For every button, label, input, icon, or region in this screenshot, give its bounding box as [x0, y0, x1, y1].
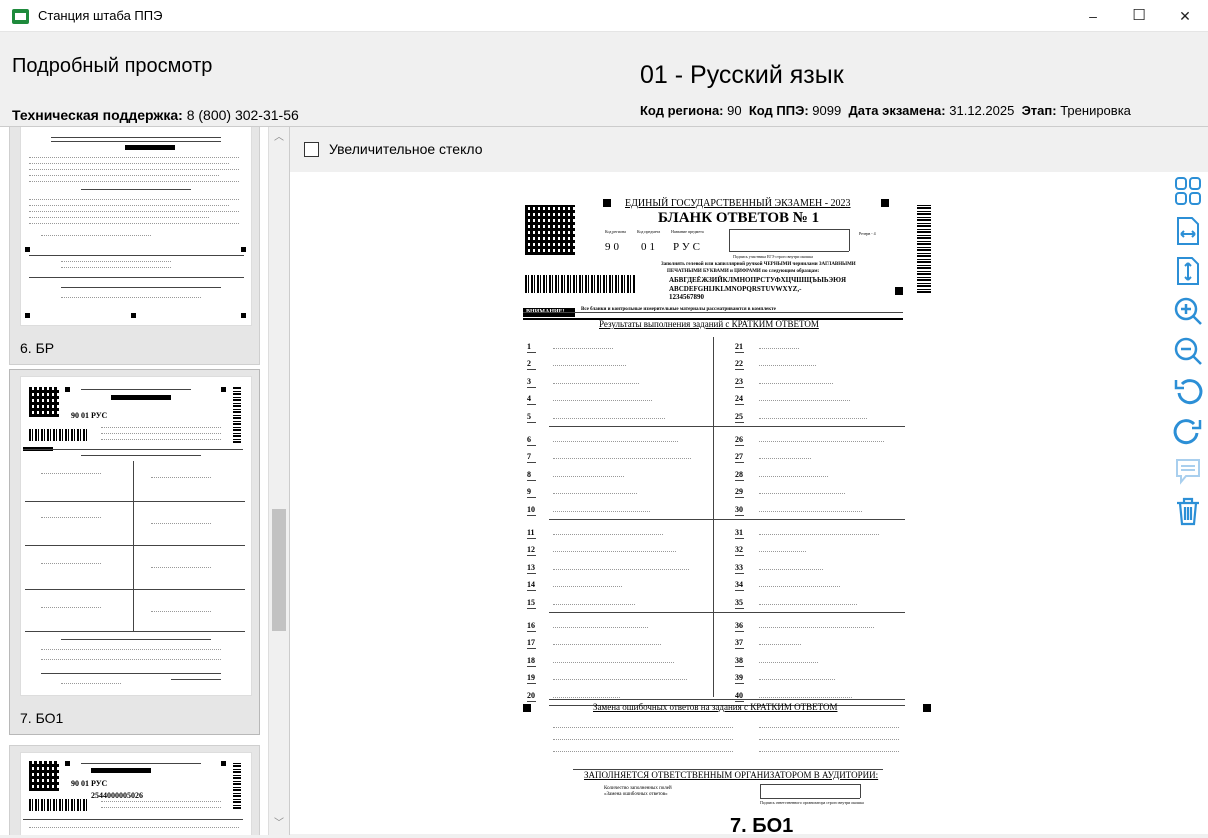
- scroll-up-icon[interactable]: ︿: [269, 129, 289, 147]
- header: Подробный просмотр Техническая поддержка…: [0, 33, 1208, 125]
- thumbnail-page: [20, 127, 252, 326]
- right-answer-number: 37: [735, 638, 743, 648]
- support-info: Техническая поддержка: 8 (800) 302-31-56: [12, 107, 299, 123]
- right-answer-number: 35: [735, 597, 743, 607]
- left-answer-number: 11: [527, 528, 535, 537]
- thumbnail-caption: 7. БО1: [20, 710, 64, 726]
- left-answer-number: 5: [527, 411, 531, 421]
- region-value: 90: [727, 103, 742, 118]
- right-answer-number: 33: [735, 562, 743, 572]
- organizer-title: ЗАПОЛНЯЕТСЯ ОТВЕТСТВЕННЫМ ОРГАНИЗАТОРОМ …: [584, 770, 879, 780]
- left-answer-number: 1: [527, 342, 531, 351]
- zoom-out-icon[interactable]: [1172, 335, 1204, 367]
- right-answer-number: 27: [735, 452, 743, 462]
- thumbnail-sidebar: 6. БР 90 01 РУС 7. БО1 90 01 РУС 2544000…: [0, 126, 290, 835]
- subject-title: 01 - Русский язык: [640, 61, 844, 89]
- left-answer-number: 7: [527, 452, 531, 462]
- app-icon: [12, 9, 29, 24]
- form-subject-code: 01: [641, 241, 658, 253]
- right-answer-number: 28: [735, 469, 743, 479]
- left-answer-number: 4: [527, 394, 531, 404]
- left-answer-number: 14: [527, 580, 535, 590]
- right-answer-number: 23: [735, 376, 743, 386]
- ppe-value: 9099: [812, 103, 842, 118]
- right-answer-number: 25: [735, 411, 743, 421]
- magnifier-label: Увеличительное стекло: [329, 141, 483, 157]
- comment-icon[interactable]: [1172, 455, 1204, 487]
- page-title: Подробный просмотр: [12, 55, 213, 77]
- exam-title: ЕДИНЫЙ ГОСУДАРСТВЕННЫЙ ЭКЗАМЕН - 2023: [625, 198, 851, 209]
- rotate-left-icon[interactable]: [1172, 375, 1204, 407]
- qr-code: [525, 205, 575, 255]
- left-answer-number: 15: [527, 597, 535, 607]
- fit-height-icon[interactable]: [1172, 255, 1204, 287]
- left-answer-number: 9: [527, 487, 531, 497]
- stage-value: Тренировка: [1060, 103, 1131, 118]
- title-bar: Станция штаба ППЭ – ☐ ✕: [0, 0, 1208, 32]
- replacement-title: Замена ошибочных ответов на задания с КР…: [593, 702, 838, 712]
- exam-date-label: Дата экзамена:: [848, 103, 946, 118]
- exam-date-value: 31.12.2025: [949, 103, 1015, 118]
- right-answer-number: 30: [735, 504, 743, 514]
- document-viewer: Увеличительное стекло ЕДИНЫЙ ГОСУДАРСТВЕ…: [290, 126, 1208, 837]
- right-answer-number: 36: [735, 621, 743, 630]
- left-answer-number: 13: [527, 562, 535, 572]
- region-label: Код региона:: [640, 103, 724, 118]
- form-region: 90: [605, 241, 622, 253]
- right-answer-number: 22: [735, 359, 743, 369]
- stage-label: Этап:: [1021, 103, 1057, 118]
- thumbnail-caption: 6. БР: [20, 340, 55, 356]
- zoom-in-icon[interactable]: [1172, 295, 1204, 327]
- right-answer-number: 29: [735, 487, 743, 497]
- sidebar-scrollbar[interactable]: ︿ ﹀: [268, 127, 289, 835]
- thumbnail-item[interactable]: 6. БР: [9, 127, 260, 365]
- scrollbar-thumb[interactable]: [272, 509, 286, 631]
- close-button[interactable]: ✕: [1162, 0, 1208, 32]
- left-answer-number: 19: [527, 673, 535, 683]
- left-answer-number: 16: [527, 621, 535, 630]
- form-subject-name: РУС: [673, 241, 703, 253]
- horizontal-barcode: [525, 275, 635, 293]
- thumbnail-page: 90 01 РУС 2544000005026: [20, 752, 252, 835]
- answer-form-page: ЕДИНЫЙ ГОСУДАРСТВЕННЫЙ ЭКЗАМЕН - 2023 БЛ…: [523, 187, 967, 770]
- fit-width-icon[interactable]: [1172, 215, 1204, 247]
- support-phone: 8 (800) 302-31-56: [186, 107, 299, 123]
- right-answer-number: 26: [735, 435, 743, 444]
- left-answer-number: 18: [527, 655, 535, 665]
- thumbnail-item[interactable]: 90 01 РУС 2544000005026: [9, 745, 260, 835]
- left-answer-number: 20: [527, 690, 535, 700]
- right-answer-number: 34: [735, 580, 743, 590]
- right-answer-number: 32: [735, 545, 743, 555]
- page-canvas[interactable]: ЕДИНЫЙ ГОСУДАРСТВЕННЫЙ ЭКЗАМЕН - 2023 БЛ…: [290, 172, 1208, 834]
- left-answer-number: 6: [527, 435, 531, 444]
- short-answers-title: Результаты выполнения заданий с КРАТКИМ …: [599, 319, 819, 329]
- left-answer-number: 12: [527, 545, 535, 555]
- right-answer-number: 39: [735, 673, 743, 683]
- exam-meta: Код региона: 90 Код ППЭ: 9099 Дата экзам…: [640, 103, 1131, 118]
- thumbnail-item[interactable]: 90 01 РУС 7. БО1: [9, 369, 260, 735]
- right-answer-number: 38: [735, 655, 743, 665]
- right-answer-number: 21: [735, 342, 743, 351]
- thumbnails-grid-icon[interactable]: [1172, 175, 1204, 207]
- left-answer-number: 10: [527, 504, 535, 514]
- left-answer-number: 3: [527, 376, 531, 386]
- vertical-barcode: [917, 203, 931, 293]
- left-answer-number: 17: [527, 638, 535, 648]
- maximize-button[interactable]: ☐: [1116, 0, 1162, 32]
- ppe-label: Код ППЭ:: [748, 103, 809, 118]
- form-title: БЛАНК ОТВЕТОВ № 1: [658, 210, 820, 226]
- support-label: Техническая поддержка:: [12, 107, 183, 123]
- thumbnail-page: 90 01 РУС: [20, 376, 252, 696]
- magnifier-checkbox[interactable]: [304, 141, 319, 157]
- rotate-right-icon[interactable]: [1172, 415, 1204, 447]
- minimize-button[interactable]: –: [1070, 0, 1116, 32]
- left-answer-number: 2: [527, 359, 531, 369]
- magnifier-toggle[interactable]: Увеличительное стекло: [304, 141, 482, 157]
- window-title: Станция штаба ППЭ: [38, 8, 163, 23]
- scroll-down-icon[interactable]: ﹀: [269, 815, 289, 833]
- left-answer-number: 8: [527, 469, 531, 479]
- delete-icon[interactable]: [1172, 495, 1204, 527]
- right-answer-number: 31: [735, 528, 743, 537]
- right-answer-number: 24: [735, 394, 743, 404]
